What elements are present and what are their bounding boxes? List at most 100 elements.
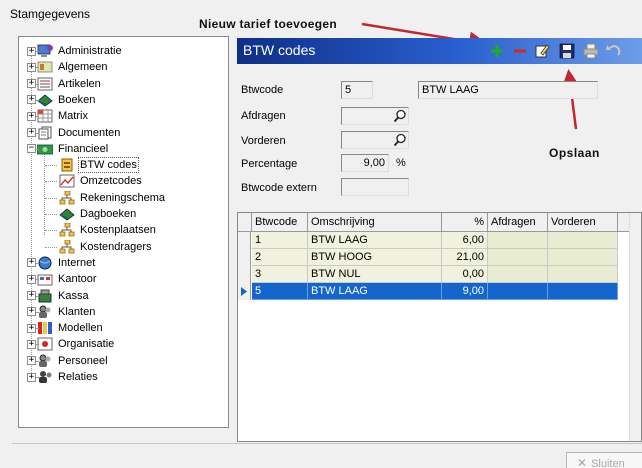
btwcode-description-field[interactable]: BTW LAAG — [418, 81, 598, 99]
cell-code[interactable]: 3 — [252, 266, 308, 283]
expand-icon[interactable]: + — [27, 111, 36, 121]
cell-afdragen[interactable] — [488, 283, 548, 300]
cell-pct[interactable]: 6,00 — [442, 232, 488, 249]
column-header-percentage[interactable]: % — [442, 213, 488, 232]
expand-icon[interactable]: + — [27, 307, 36, 317]
cell-pct[interactable]: 9,00 — [442, 283, 488, 300]
expand-icon[interactable]: + — [27, 356, 36, 366]
save-icon[interactable] — [558, 42, 576, 60]
cell-pct[interactable]: 0,00 — [442, 266, 488, 283]
column-header-afdragen[interactable]: Afdragen — [488, 213, 548, 232]
expand-icon[interactable]: + — [27, 372, 36, 382]
collapse-icon[interactable]: − — [27, 144, 36, 154]
tree-item-btw-codes[interactable]: BTW codes — [59, 157, 139, 174]
cell-desc[interactable]: BTW LAAG — [308, 283, 442, 300]
print-icon[interactable] — [582, 42, 600, 60]
tree-item-personeel[interactable]: Personeel — [37, 353, 110, 369]
expand-icon[interactable]: + — [27, 95, 36, 105]
expand-icon[interactable]: + — [27, 128, 36, 137]
table-row[interactable]: 1 BTW LAAG 6,00 — [238, 232, 641, 249]
tree-item-artikelen[interactable]: Artikelen — [37, 76, 103, 92]
administration-icon — [37, 44, 53, 58]
cell-desc[interactable]: BTW HOOG — [308, 249, 442, 266]
cell-vorderen[interactable] — [548, 283, 618, 300]
tree-item-kantoor[interactable]: Kantoor — [37, 271, 99, 287]
tree-item-rekeningschema[interactable]: Rekeningschema — [59, 190, 167, 206]
cell-vorderen[interactable] — [548, 249, 618, 266]
tree-item-financieel[interactable]: Financieel — [36, 141, 110, 157]
tree-item-internet[interactable]: Internet — [37, 255, 97, 271]
tree-item-label: Boeken — [58, 93, 96, 106]
table-row[interactable]: 3 BTW NUL 0,00 — [238, 266, 641, 283]
tree-item-omzetcodes[interactable]: Omzetcodes — [59, 173, 144, 189]
expand-icon[interactable]: + — [27, 79, 36, 89]
extern-field[interactable] — [341, 178, 409, 196]
tree-item-algemeen[interactable]: Algemeen — [37, 59, 110, 75]
grid-header: Btwcode Omschrijving % Afdragen Vorderen — [238, 213, 641, 232]
tree-item-matrix[interactable]: Matrix — [37, 108, 90, 124]
panel-header: BTW codes — [237, 38, 642, 64]
grid-vertical-scrollbar[interactable] — [629, 213, 641, 441]
expand-icon[interactable]: + — [27, 258, 36, 268]
cell-vorderen[interactable] — [548, 232, 618, 249]
add-icon[interactable] — [488, 42, 506, 60]
vorderen-label: Vorderen — [241, 135, 286, 147]
tree-item-organisatie[interactable]: Organisatie — [37, 336, 116, 352]
row-indicator[interactable] — [238, 249, 251, 266]
row-pointer-icon[interactable] — [238, 283, 251, 300]
tree-item-label: Internet — [58, 256, 96, 269]
tree-navigation[interactable]: Administratie + Algemeen + Artikelen + Boeken +… — [18, 36, 229, 428]
tree-item-label: Artikelen — [58, 77, 101, 90]
btwcode-label: Btwcode — [241, 84, 284, 96]
expand-icon[interactable]: + — [27, 274, 36, 284]
row-indicator[interactable] — [238, 266, 251, 283]
cell-pct[interactable]: 21,00 — [442, 249, 488, 266]
expand-icon[interactable]: + — [27, 323, 36, 333]
table-row[interactable]: 5 BTW LAAG 9,00 — [238, 283, 641, 300]
cell-desc[interactable]: BTW NUL — [308, 266, 442, 283]
column-header-omschrijving[interactable]: Omschrijving — [308, 213, 442, 232]
row-indicator[interactable] — [238, 232, 251, 249]
expand-icon[interactable]: + — [27, 62, 36, 72]
cell-code[interactable]: 5 — [252, 283, 308, 300]
books-icon — [37, 93, 53, 107]
tree-item-administratie[interactable]: Administratie — [37, 43, 124, 59]
expand-icon[interactable]: + — [27, 339, 36, 349]
btwcode-field[interactable]: 5 — [341, 81, 373, 99]
tree-item-boeken[interactable]: Boeken — [37, 92, 97, 108]
tree-item-modellen[interactable]: Modellen — [37, 320, 105, 336]
delete-icon[interactable] — [511, 42, 529, 60]
expand-icon[interactable]: + — [27, 291, 36, 300]
table-row[interactable]: 2 BTW HOOG 21,00 — [238, 249, 641, 266]
cell-afdragen[interactable] — [488, 232, 548, 249]
tree-item-kassa[interactable]: Kassa — [37, 288, 91, 304]
general-icon — [37, 60, 53, 74]
annotation-new-rate: Nieuw tarief toevoegen — [199, 17, 337, 31]
edit-icon[interactable] — [533, 42, 551, 60]
cell-afdragen[interactable] — [488, 249, 548, 266]
tree-item-dagboeken[interactable]: Dagboeken — [59, 206, 138, 222]
expand-icon[interactable]: + — [27, 46, 36, 56]
vorderen-field[interactable] — [341, 131, 409, 149]
office-icon — [37, 272, 53, 286]
cell-desc[interactable]: BTW LAAG — [308, 232, 442, 249]
column-header-vorderen[interactable]: Vorderen — [548, 213, 618, 232]
percentage-field[interactable]: 9,00 — [341, 154, 389, 172]
tree-item-kostenplaatsen[interactable]: Kostenplaatsen — [59, 222, 158, 238]
column-header-btwcode[interactable]: Btwcode — [252, 213, 308, 232]
tree-item-klanten[interactable]: Klanten — [37, 304, 97, 320]
close-button[interactable]: ✕ Sluiten — [566, 452, 642, 468]
cell-afdragen[interactable] — [488, 266, 548, 283]
magnifier-icon[interactable] — [393, 133, 407, 147]
magnifier-icon[interactable] — [393, 109, 407, 123]
afdragen-field[interactable] — [341, 107, 409, 125]
tree-item-label: Organisatie — [58, 338, 115, 351]
cell-code[interactable]: 1 — [252, 232, 308, 249]
undo-icon[interactable] — [604, 42, 622, 60]
tree-item-kostendragers[interactable]: Kostendragers — [59, 239, 154, 255]
cell-code[interactable]: 2 — [252, 249, 308, 266]
cell-vorderen[interactable] — [548, 266, 618, 283]
tree-item-documenten[interactable]: Documenten — [37, 125, 122, 141]
tree-item-relaties[interactable]: Relaties — [37, 369, 100, 385]
vat-codes-grid[interactable]: Btwcode Omschrijving % Afdragen Vorderen… — [237, 212, 642, 442]
